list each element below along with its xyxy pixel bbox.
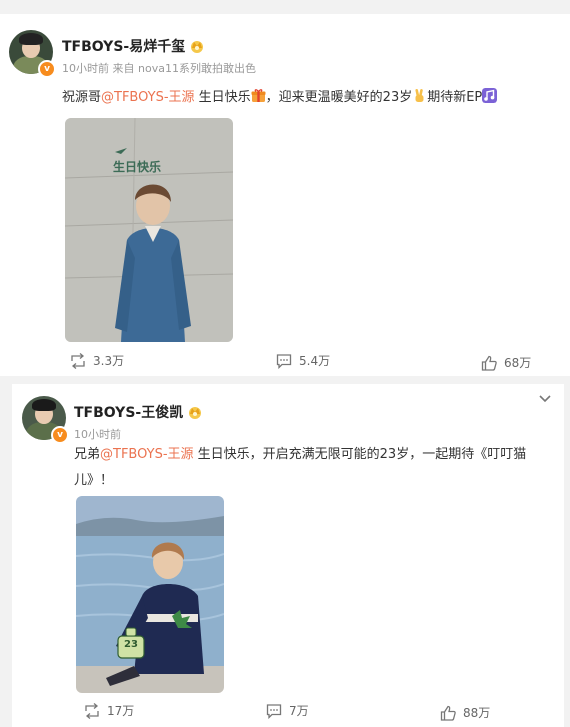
repost-icon — [71, 352, 85, 369]
chevron-down-icon[interactable] — [538, 394, 552, 404]
verified-badge: v — [38, 60, 56, 78]
comment-count: 5.4万 — [299, 354, 331, 368]
mention-link[interactable]: @TFBOYS-王源 — [101, 90, 195, 105]
repost-button[interactable]: 17万 — [84, 702, 134, 719]
like-icon — [440, 705, 456, 721]
author-name[interactable]: TFBOYS-易烊千玺 — [62, 36, 205, 56]
author-name-text[interactable]: TFBOYS-易烊千玺 — [62, 39, 185, 55]
like-button[interactable]: 68万 — [481, 354, 531, 371]
gift-emoji — [251, 89, 266, 102]
crown-badge-icon — [189, 407, 202, 419]
weibo-post-2: v TFBOYS-王俊凯 10小时前 兄弟@TFBOYS-王源 生日快乐，开启充… — [12, 384, 564, 727]
like-count: 88万 — [463, 706, 491, 720]
victory-hand-emoji — [415, 88, 424, 102]
repost-button[interactable]: 3.3万 — [70, 352, 124, 369]
post-text: 祝源哥@TFBOYS-王源 生日快乐 ，迎来更温暖美好的23岁 期待新EP — [62, 85, 562, 111]
crown-badge-icon — [191, 41, 204, 53]
comment-count: 7万 — [289, 704, 309, 718]
mention-link[interactable]: @TFBOYS-王源 — [100, 447, 194, 462]
comment-icon — [266, 703, 282, 719]
weibo-post-1: v TFBOYS-易烊千玺 10小时前 来自 nova11系列敢拍敢出色 祝源哥… — [0, 14, 570, 376]
author-name-text[interactable]: TFBOYS-王俊凯 — [74, 405, 183, 421]
post-meta: 10小时前 — [74, 428, 121, 441]
music-note-emoji — [482, 88, 498, 103]
like-count: 68万 — [504, 356, 532, 370]
comment-button[interactable]: 5.4万 — [276, 352, 330, 369]
post-meta: 10小时前 来自 nova11系列敢拍敢出色 — [62, 62, 256, 75]
comment-icon — [276, 353, 292, 369]
post-image[interactable]: 生日快乐 — [65, 118, 233, 342]
image-caption: 生日快乐 — [113, 160, 162, 174]
like-icon — [481, 355, 497, 371]
comment-button[interactable]: 7万 — [266, 702, 309, 719]
post-image[interactable]: 23 — [76, 496, 224, 693]
post-text: 兄弟@TFBOYS-王源 生日快乐，开启充满无限可能的23岁，一起期待《叮叮猫 … — [74, 447, 527, 488]
like-button[interactable]: 88万 — [440, 704, 490, 721]
verified-badge: v — [51, 426, 69, 444]
image-badge: 23 — [124, 639, 138, 650]
repost-icon — [85, 702, 99, 719]
repost-count: 17万 — [107, 704, 135, 718]
author-name[interactable]: TFBOYS-王俊凯 — [74, 402, 203, 422]
repost-count: 3.3万 — [93, 354, 125, 368]
